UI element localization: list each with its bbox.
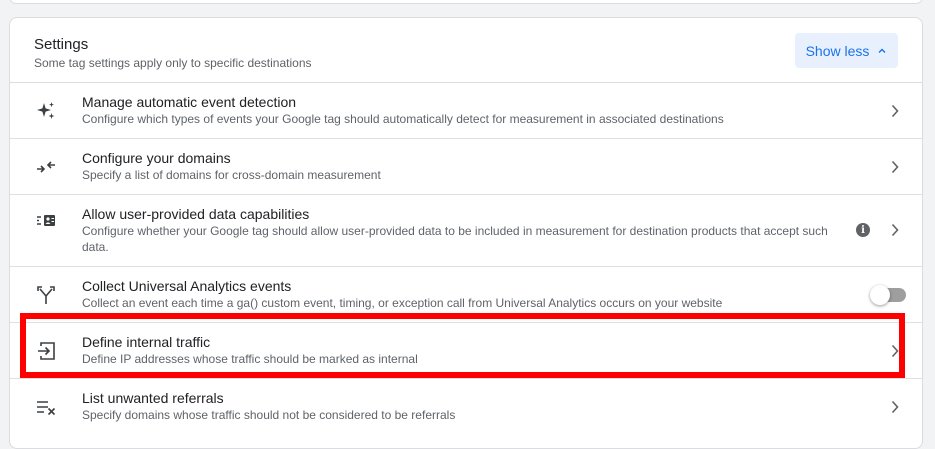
- user-data-icon: [34, 208, 58, 232]
- setting-row-universal-analytics-events: Collect Universal Analytics events Colle…: [10, 267, 922, 323]
- setting-row-user-provided-data[interactable]: Allow user-provided data capabilities Co…: [10, 195, 922, 267]
- row-title: Configure your domains: [82, 150, 231, 166]
- setting-row-automatic-event-detection[interactable]: Manage automatic event detection Configu…: [10, 83, 922, 139]
- row-title: Manage automatic event detection: [82, 94, 297, 110]
- setting-row-define-internal-traffic[interactable]: Define internal traffic Define IP addres…: [10, 323, 922, 379]
- row-description: Configure which types of events your Goo…: [82, 112, 724, 126]
- settings-header: Settings Some tag settings apply only to…: [10, 18, 922, 83]
- row-description: Specify a list of domains for cross-doma…: [82, 168, 381, 182]
- setting-row-unwanted-referrals[interactable]: List unwanted referrals Specify domains …: [10, 379, 922, 435]
- chevron-right-icon: [885, 157, 905, 177]
- row-title: Allow user-provided data capabilities: [82, 206, 310, 222]
- chevron-up-icon: [877, 46, 887, 56]
- universal-analytics-toggle[interactable]: [870, 283, 906, 305]
- show-less-button[interactable]: Show less: [795, 33, 898, 68]
- row-title: List unwanted referrals: [82, 390, 224, 406]
- settings-title: Settings: [34, 36, 89, 53]
- settings-subtitle: Some tag settings apply only to specific…: [34, 56, 312, 70]
- row-description: Define IP addresses whose traffic should…: [82, 352, 418, 366]
- merge-arrows-icon: [34, 155, 58, 179]
- row-title: Define internal traffic: [82, 334, 211, 350]
- show-less-label: Show less: [805, 42, 870, 59]
- input-icon: [34, 339, 58, 363]
- settings-list: Manage automatic event detection Configu…: [10, 83, 922, 435]
- row-description: Specify domains whose traffic should not…: [82, 408, 456, 422]
- row-description: Collect an event each time a ga() custom…: [82, 296, 723, 310]
- info-icon[interactable]: i: [856, 223, 870, 237]
- chevron-right-icon: [885, 101, 905, 121]
- settings-card: Settings Some tag settings apply only to…: [9, 17, 923, 449]
- call-split-icon: [34, 283, 58, 307]
- auto-awesome-icon: [34, 99, 58, 123]
- chevron-right-icon: [885, 341, 905, 361]
- setting-row-configure-domains[interactable]: Configure your domains Specify a list of…: [10, 139, 922, 195]
- row-description: Configure whether your Google tag should…: [82, 224, 828, 254]
- toggle-thumb: [870, 285, 890, 305]
- row-title: Collect Universal Analytics events: [82, 278, 292, 294]
- playlist-remove-icon: [34, 395, 58, 419]
- chevron-right-icon: [885, 220, 905, 240]
- previous-card: [9, 0, 923, 4]
- chevron-right-icon: [885, 397, 905, 417]
